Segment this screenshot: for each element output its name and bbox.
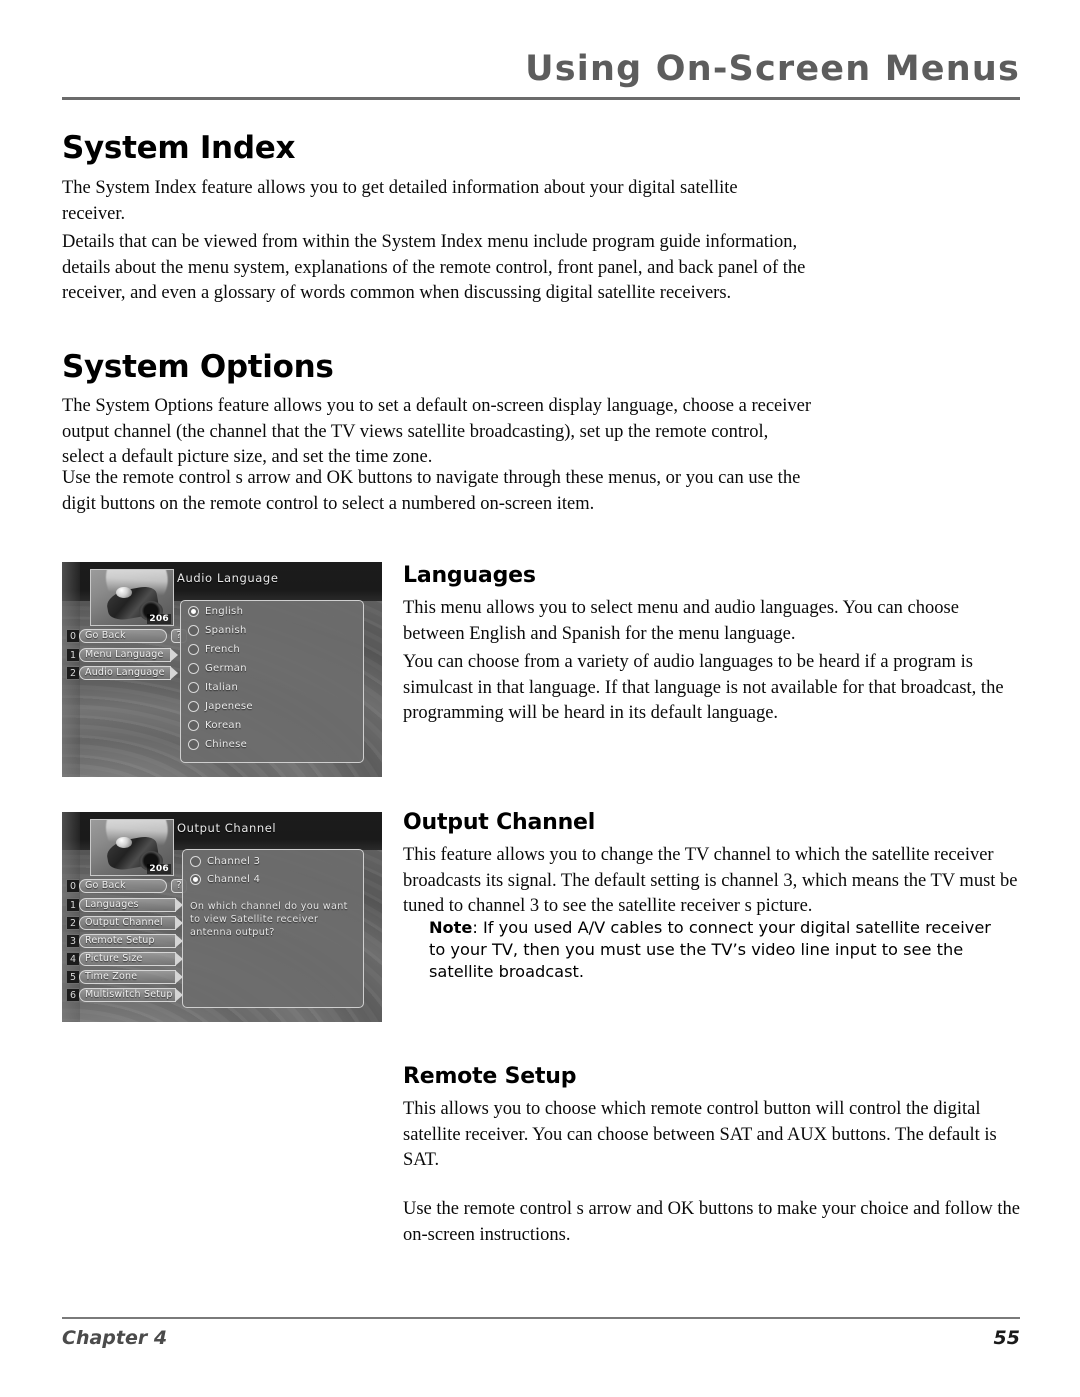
radio-button-icon[interactable]	[190, 856, 201, 867]
screen-title: Output Channel	[177, 821, 277, 835]
options-prompt-text: On which channel do you want to view Sat…	[190, 901, 348, 938]
subsection-heading-output-channel: Output Channel	[403, 810, 596, 835]
menu-row-go-back[interactable]: 0 Go Back ?	[66, 879, 187, 893]
menu-item-time-zone[interactable]: Time Zone	[79, 970, 183, 984]
menu-item-multiswitch-setup[interactable]: Multiswitch Setup	[79, 988, 183, 1002]
option-english[interactable]: English	[188, 606, 243, 617]
preview-helmet	[115, 586, 132, 598]
paragraph-system-options-2: Use the remote control s arrow and OK bu…	[62, 468, 801, 514]
option-french[interactable]: French	[188, 644, 240, 655]
figure-output-channel-menu: Output Channel 206 0 Go Back ? 1 Languag…	[62, 812, 382, 1022]
option-label: English	[205, 606, 244, 617]
option-channel-3[interactable]: Channel 3	[190, 856, 260, 867]
menu-row-languages[interactable]: 1 Languages	[66, 898, 183, 912]
paragraph-system-index-1: The System Index feature allows you to g…	[62, 178, 738, 224]
radio-button-icon[interactable]	[188, 701, 199, 712]
menu-number-1: 1	[66, 648, 79, 662]
footer-divider	[62, 1317, 1020, 1319]
preview-channel-number: 206	[147, 614, 171, 624]
menu-row-output-channel[interactable]: 2 Output Channel	[66, 916, 183, 930]
radio-button-icon[interactable]	[188, 720, 199, 731]
option-label: Korean	[205, 720, 242, 731]
paragraph-system-index-2: Details that can be viewed from within t…	[62, 232, 806, 303]
menu-item-picture-size[interactable]: Picture Size	[79, 952, 183, 966]
paragraph-remote-setup-1: This allows you to choose which remote c…	[403, 1099, 997, 1170]
option-spanish[interactable]: Spanish	[188, 625, 247, 636]
video-preview-thumbnail: 206	[90, 569, 174, 626]
section-heading-system-index: System Index	[62, 130, 296, 166]
menu-item-languages[interactable]: Languages	[79, 898, 183, 912]
radio-button-icon[interactable]	[188, 682, 199, 693]
option-korean[interactable]: Korean	[188, 720, 242, 731]
menu-number-6: 6	[66, 988, 79, 1002]
document-page: Using On-Screen Menus System Index The S…	[0, 0, 1080, 1397]
option-label: Spanish	[205, 625, 247, 636]
paragraph-languages-1: This menu allows you to select menu and …	[403, 598, 959, 644]
go-back-button[interactable]: Go Back	[79, 629, 167, 643]
header-divider	[62, 97, 1020, 100]
menu-item-audio-language[interactable]: Audio Language	[79, 666, 178, 680]
menu-number-0: 0	[66, 879, 79, 893]
menu-row-menu-language[interactable]: 1 Menu Language	[66, 648, 178, 662]
subsection-heading-remote-setup: Remote Setup	[403, 1064, 577, 1089]
option-label: Chinese	[205, 739, 248, 750]
paragraph-remote-setup-2: Use the remote control s arrow and OK bu…	[403, 1199, 1021, 1245]
option-label: German	[205, 663, 247, 674]
paragraph-languages-2: You can choose from a variety of audio l…	[403, 652, 1004, 723]
preview-channel-number: 206	[147, 864, 171, 874]
option-japenese[interactable]: Japenese	[188, 701, 253, 712]
option-label: Channel 4	[207, 874, 261, 885]
option-label: French	[205, 644, 241, 655]
running-header-title: Using On-Screen Menus	[525, 49, 1020, 89]
preview-helmet	[115, 836, 132, 848]
menu-number-5: 5	[66, 970, 79, 984]
menu-number-2: 2	[66, 916, 79, 930]
radio-button-icon[interactable]	[188, 644, 199, 655]
note-label: Note	[429, 918, 473, 937]
menu-row-audio-language[interactable]: 2 Audio Language	[66, 666, 178, 680]
screen-title: Audio Language	[177, 571, 279, 585]
menu-item-remote-setup[interactable]: Remote Setup	[79, 934, 183, 948]
paragraph-output-channel-1: This feature allows you to change the TV…	[403, 845, 1018, 916]
option-italian[interactable]: Italian	[188, 682, 238, 693]
menu-row-remote-setup[interactable]: 3 Remote Setup	[66, 934, 183, 948]
menu-number-2: 2	[66, 666, 79, 680]
footer-page-number: 55	[993, 1327, 1020, 1349]
option-label: Italian	[205, 682, 239, 693]
option-chinese[interactable]: Chinese	[188, 739, 247, 750]
radio-button-icon[interactable]	[188, 663, 199, 674]
menu-number-3: 3	[66, 934, 79, 948]
section-heading-system-options: System Options	[62, 349, 334, 385]
option-label: Japenese	[205, 701, 253, 712]
note-text: : If you used A/V cables to connect your…	[429, 918, 991, 981]
menu-row-go-back[interactable]: 0 Go Back ?	[66, 629, 187, 643]
menu-item-output-channel[interactable]: Output Channel	[79, 916, 183, 930]
radio-button-icon[interactable]	[188, 606, 199, 617]
menu-row-multiswitch-setup[interactable]: 6 Multiswitch Setup	[66, 988, 183, 1002]
menu-row-time-zone[interactable]: 5 Time Zone	[66, 970, 183, 984]
radio-button-icon[interactable]	[188, 739, 199, 750]
menu-number-1: 1	[66, 898, 79, 912]
go-back-button[interactable]: Go Back	[79, 879, 167, 893]
menu-item-menu-language[interactable]: Menu Language	[79, 648, 178, 662]
menu-number-0: 0	[66, 629, 79, 643]
radio-button-icon[interactable]	[188, 625, 199, 636]
note-output-channel: Note: If you used A/V cables to connect …	[429, 917, 1011, 983]
figure-audio-language-menu: Audio Language 206 0 Go Back ? 1 Menu La…	[62, 562, 382, 777]
option-german[interactable]: German	[188, 663, 247, 674]
subsection-heading-languages: Languages	[403, 563, 536, 588]
menu-number-4: 4	[66, 952, 79, 966]
paragraph-system-options-1: The System Options feature allows you to…	[62, 396, 811, 467]
video-preview-thumbnail: 206	[90, 819, 174, 876]
running-header: Using On-Screen Menus	[62, 52, 1020, 87]
option-label: Channel 3	[207, 856, 261, 867]
option-channel-4[interactable]: Channel 4	[190, 874, 260, 885]
radio-button-icon[interactable]	[190, 874, 201, 885]
menu-row-picture-size[interactable]: 4 Picture Size	[66, 952, 183, 966]
